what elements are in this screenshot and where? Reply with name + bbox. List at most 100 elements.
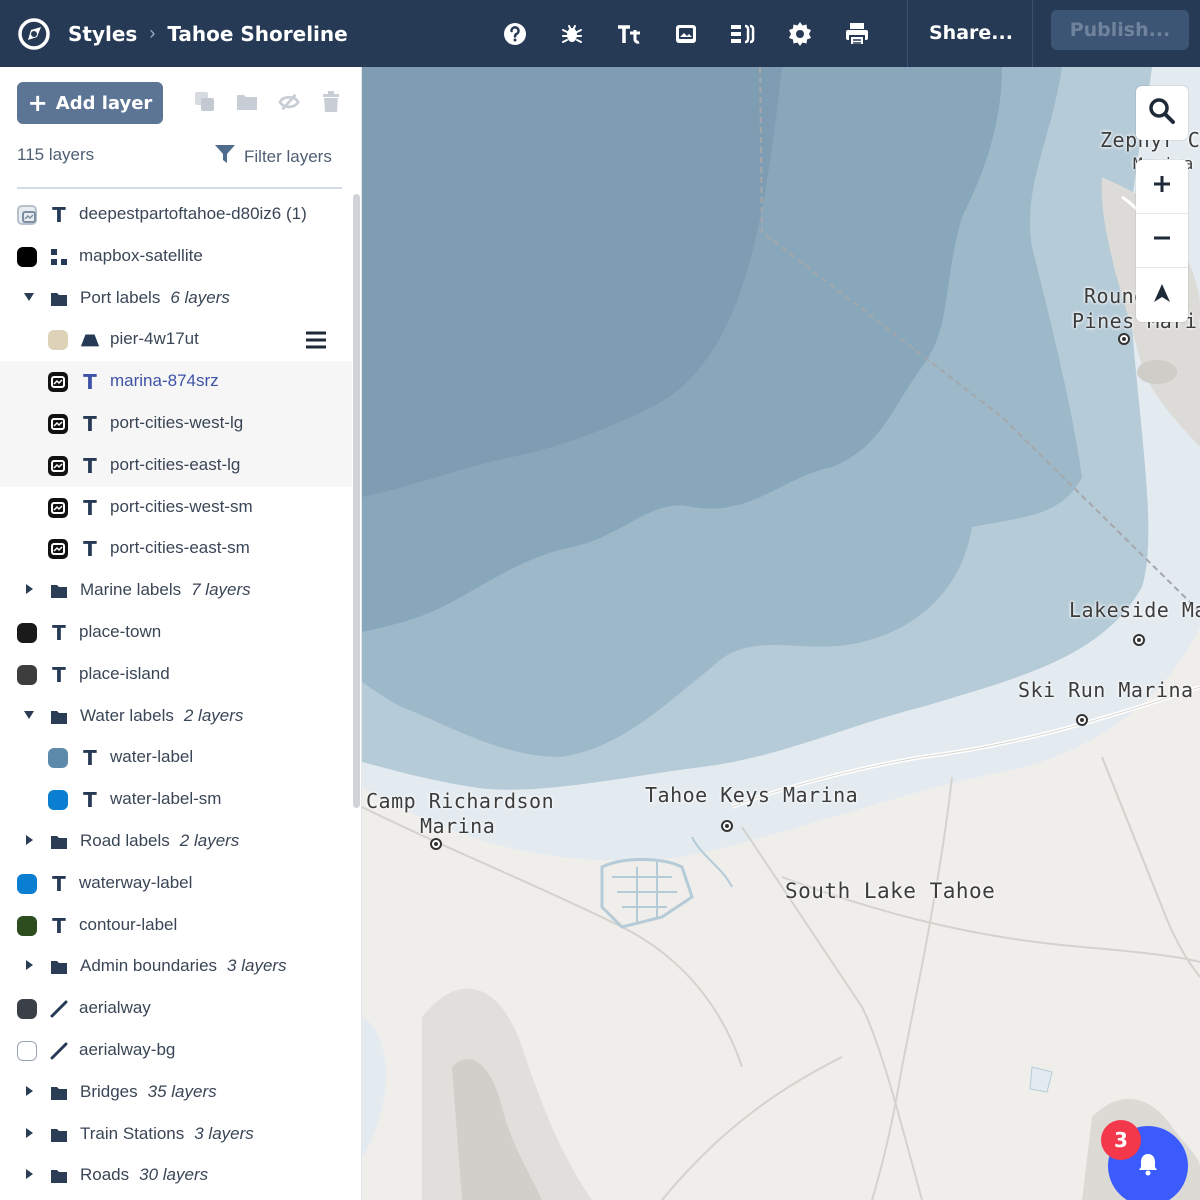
layer-row[interactable]: Tdeepestpartoftahoe-d80iz6 (1) xyxy=(0,194,352,236)
layer-row[interactable]: Tmarina-874srz xyxy=(0,361,352,403)
duplicate-icon[interactable] xyxy=(194,91,216,113)
breadcrumb-styles-link[interactable]: Styles xyxy=(68,22,137,46)
typography-icon[interactable] xyxy=(610,15,648,53)
layer-swatch[interactable] xyxy=(17,915,37,936)
layer-menu-icon[interactable] xyxy=(305,330,327,350)
layer-name: waterway-label xyxy=(79,872,193,892)
caret-down-icon[interactable] xyxy=(22,708,36,722)
layer-swatch[interactable] xyxy=(48,497,68,518)
zoom-in-button[interactable] xyxy=(1136,160,1188,214)
share-button[interactable]: Share... xyxy=(929,0,1013,67)
layer-row[interactable]: Twater-label-sm xyxy=(0,779,352,821)
layer-row[interactable]: Twaterway-label xyxy=(0,863,352,905)
layer-swatch[interactable] xyxy=(17,664,37,685)
layer-row[interactable]: aerialway-bg xyxy=(0,1030,352,1072)
images-icon[interactable] xyxy=(667,15,705,53)
layer-group-row[interactable]: Water labels 2 layers xyxy=(0,696,352,738)
group-icon[interactable] xyxy=(236,91,258,113)
caret-right-icon[interactable] xyxy=(22,1084,36,1098)
layer-row[interactable]: aerialway xyxy=(0,988,352,1030)
text-layer-icon: T xyxy=(52,913,66,938)
text-layer-icon: T xyxy=(83,370,97,395)
layer-group-label: Marine labels 7 layers xyxy=(80,580,251,600)
layer-swatch[interactable] xyxy=(17,1040,37,1061)
search-button[interactable] xyxy=(1136,86,1188,140)
layer-swatch[interactable] xyxy=(48,748,68,769)
breadcrumb-separator: › xyxy=(149,23,156,43)
layer-row[interactable]: Tplace-island xyxy=(0,654,352,696)
folder-icon xyxy=(49,581,69,601)
layer-row[interactable]: Tplace-town xyxy=(0,612,352,654)
layer-swatch[interactable] xyxy=(17,622,37,643)
folder-icon xyxy=(49,1083,69,1103)
filter-layers-button[interactable]: Filter layers xyxy=(214,143,332,170)
layer-group-row[interactable]: Bridges 35 layers xyxy=(0,1072,352,1114)
compass-button[interactable] xyxy=(1136,268,1188,322)
layer-group-row[interactable]: Train Stations 3 layers xyxy=(0,1114,352,1156)
divider xyxy=(17,187,342,189)
marina-poi-icon[interactable] xyxy=(1076,714,1088,726)
layer-row[interactable]: Tport-cities-east-lg xyxy=(0,444,352,487)
help-icon[interactable] xyxy=(496,15,534,53)
layer-group-row[interactable]: Roads 30 layers xyxy=(0,1155,352,1197)
layer-swatch[interactable] xyxy=(17,246,37,267)
layer-swatch[interactable] xyxy=(48,372,68,393)
layer-group-name: Train Stations xyxy=(80,1123,185,1143)
layer-swatch[interactable] xyxy=(48,790,68,811)
delete-icon[interactable] xyxy=(320,91,342,113)
marina-poi-icon[interactable] xyxy=(1133,634,1145,646)
zoom-out-icon xyxy=(1151,227,1173,254)
caret-right-icon[interactable] xyxy=(22,1167,36,1181)
caret-down-icon[interactable] xyxy=(22,290,36,304)
caret-right-icon[interactable] xyxy=(22,833,36,847)
layer-swatch[interactable] xyxy=(17,873,37,894)
extrusion-layer-icon xyxy=(80,330,100,350)
map-canvas[interactable]: Zephyr C M rina Round Ll Pines Marir Lak… xyxy=(362,67,1200,1200)
style-title[interactable]: Tahoe Shoreline xyxy=(167,22,347,46)
layer-group-row[interactable]: Admin boundaries 3 layers xyxy=(0,946,352,988)
zoom-out-button[interactable] xyxy=(1136,214,1188,268)
layer-group-count: 6 layers xyxy=(170,287,230,307)
hide-icon[interactable] xyxy=(278,91,300,113)
search-icon xyxy=(1148,97,1176,130)
layer-name: marina-874srz xyxy=(110,371,219,391)
caret-right-icon[interactable] xyxy=(22,1126,36,1140)
layer-name: aerialway-bg xyxy=(79,1039,176,1059)
marina-poi-icon[interactable] xyxy=(721,820,733,832)
layer-swatch[interactable] xyxy=(48,413,68,434)
layer-row[interactable]: Tcontour-label xyxy=(0,905,352,947)
place-label-ski-run-marina: Ski Run Marina xyxy=(1018,678,1194,702)
layer-row[interactable]: pier-4w17ut xyxy=(0,319,352,361)
mapbox-logo-icon[interactable] xyxy=(16,16,52,52)
marina-poi-icon[interactable] xyxy=(430,838,442,850)
raster-layer-icon xyxy=(49,247,69,267)
layer-swatch[interactable] xyxy=(17,999,37,1020)
layer-group-row[interactable]: Port labels 6 layers xyxy=(0,278,352,320)
layer-swatch[interactable] xyxy=(48,539,68,560)
add-layer-button[interactable]: + Add layer xyxy=(17,82,163,124)
debug-icon[interactable] xyxy=(553,15,591,53)
text-layer-icon: T xyxy=(83,453,97,478)
layer-row[interactable]: Tport-cities-east-sm xyxy=(0,528,352,570)
marina-poi-icon[interactable] xyxy=(1118,333,1130,345)
publish-button[interactable]: Publish... xyxy=(1051,10,1189,50)
layer-group-row[interactable]: Road labels 2 layers xyxy=(0,821,352,863)
layer-group-name: Roads xyxy=(80,1165,130,1185)
layer-row[interactable]: Tport-cities-west-sm xyxy=(0,487,352,529)
caret-right-icon[interactable] xyxy=(22,582,36,596)
caret-right-icon[interactable] xyxy=(22,958,36,972)
layer-group-label: Road labels 2 layers xyxy=(80,831,239,851)
layers-json-icon[interactable] xyxy=(724,15,762,53)
layer-swatch[interactable] xyxy=(48,455,68,476)
text-layer-icon: T xyxy=(52,662,66,687)
layer-row[interactable]: Twater-label xyxy=(0,737,352,779)
print-icon[interactable] xyxy=(838,15,876,53)
layer-group-label: Admin boundaries 3 layers xyxy=(80,956,287,976)
layer-group-row[interactable]: Marine labels 7 layers xyxy=(0,570,352,612)
layer-swatch[interactable] xyxy=(17,205,37,225)
layer-list-scrollbar[interactable] xyxy=(353,194,360,808)
settings-icon[interactable] xyxy=(781,15,819,53)
layer-row[interactable]: Tport-cities-west-lg xyxy=(0,402,352,445)
layer-row[interactable]: mapbox-satellite xyxy=(0,236,352,278)
layer-swatch[interactable] xyxy=(48,330,68,351)
